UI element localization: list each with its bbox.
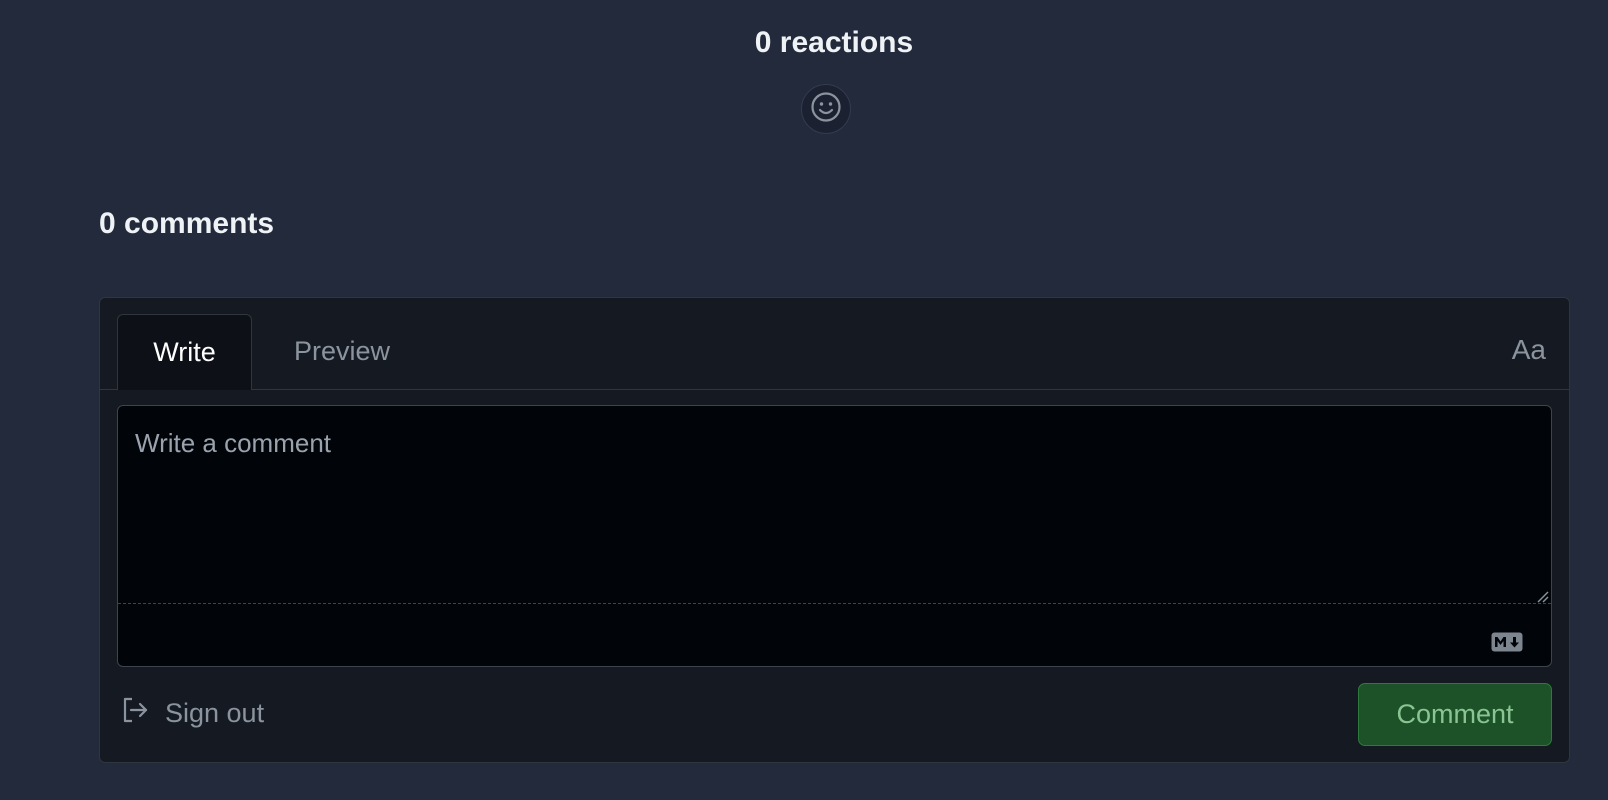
comment-input[interactable]: [118, 406, 1551, 604]
reactions-count-title: 0 reactions: [754, 26, 914, 59]
tab-preview[interactable]: Preview: [262, 314, 422, 389]
sign-out-icon: [121, 696, 149, 731]
editor-tab-bar: Write Preview Aa: [100, 298, 1569, 390]
resize-handle-icon[interactable]: [1535, 589, 1549, 603]
markdown-icon[interactable]: [1491, 632, 1523, 657]
comment-submit-button[interactable]: Comment: [1358, 683, 1552, 746]
smiley-icon: [810, 91, 842, 128]
comment-editor: [117, 405, 1552, 667]
sign-out-link[interactable]: Sign out: [121, 693, 264, 733]
text-style-toggle[interactable]: Aa: [1512, 334, 1546, 366]
comments-count-title: 0 comments: [99, 207, 275, 240]
tab-write[interactable]: Write: [117, 314, 252, 390]
sign-out-label: Sign out: [165, 697, 265, 728]
add-reaction-button[interactable]: [801, 84, 851, 134]
comment-form: Write Preview Aa Sign out: [99, 297, 1570, 763]
